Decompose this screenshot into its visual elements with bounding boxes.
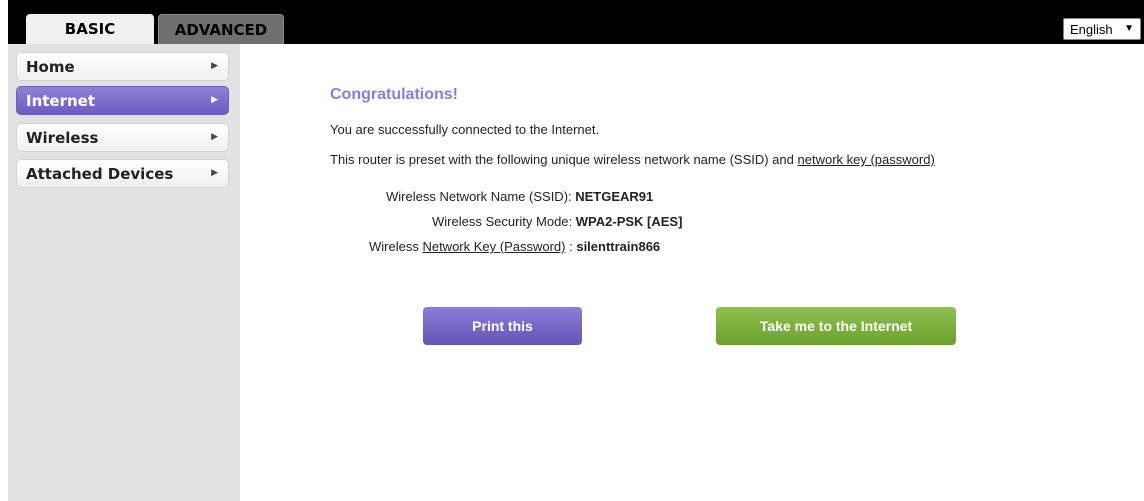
network-key-separator: : (565, 239, 577, 254)
info-line: This router is preset with the following… (330, 152, 935, 167)
page-title: Congratulations! (330, 86, 458, 103)
main-content (240, 44, 1144, 501)
security-mode-row: Wireless Security Mode: WPA2-PSK [AES] (432, 214, 682, 229)
network-key-row: Wireless Network Key (Password) : silent… (369, 239, 660, 254)
language-select-value: English (1070, 21, 1113, 37)
sidebar-item-wireless[interactable]: Wireless ▶ (16, 123, 229, 152)
network-key-value: silenttrain866 (576, 239, 661, 254)
network-key-link[interactable]: network key (password) (798, 152, 935, 167)
ssid-label: Wireless Network Name (SSID): (386, 189, 576, 204)
network-key-password-link[interactable]: Network Key (Password) (422, 239, 565, 254)
language-select[interactable]: English ▼ (1063, 18, 1141, 40)
sidebar-item-internet[interactable]: Internet ▶ (16, 86, 229, 115)
sidebar-item-label: Home (26, 57, 75, 76)
chevron-right-icon: ▶ (211, 61, 218, 71)
security-mode-label: Wireless Security Mode: (432, 214, 576, 229)
take-me-to-internet-button[interactable]: Take me to the Internet (716, 307, 956, 345)
security-mode-value: WPA2-PSK [AES] (575, 214, 683, 229)
status-line: You are successfully connected to the In… (330, 122, 600, 137)
ssid-row: Wireless Network Name (SSID): NETGEAR91 (386, 189, 653, 204)
sidebar-item-label: Internet (26, 91, 96, 110)
info-line-text: This router is preset with the following… (330, 152, 798, 167)
sidebar-item-label: Wireless (26, 128, 99, 147)
sidebar-item-label: Attached Devices (26, 164, 174, 183)
ssid-value: NETGEAR91 (575, 189, 654, 204)
chevron-right-icon: ▶ (211, 132, 218, 142)
chevron-right-icon: ▶ (211, 168, 218, 178)
network-key-label: Wireless (369, 239, 423, 254)
tab-basic[interactable]: BASIC (26, 14, 154, 44)
chevron-right-icon: ▶ (211, 95, 218, 105)
print-button[interactable]: Print this (423, 307, 582, 345)
sidebar-item-home[interactable]: Home ▶ (16, 52, 229, 81)
tab-advanced[interactable]: ADVANCED (158, 14, 284, 44)
sidebar-item-attached-devices[interactable]: Attached Devices ▶ (16, 159, 229, 188)
chevron-down-icon: ▼ (1124, 23, 1134, 34)
